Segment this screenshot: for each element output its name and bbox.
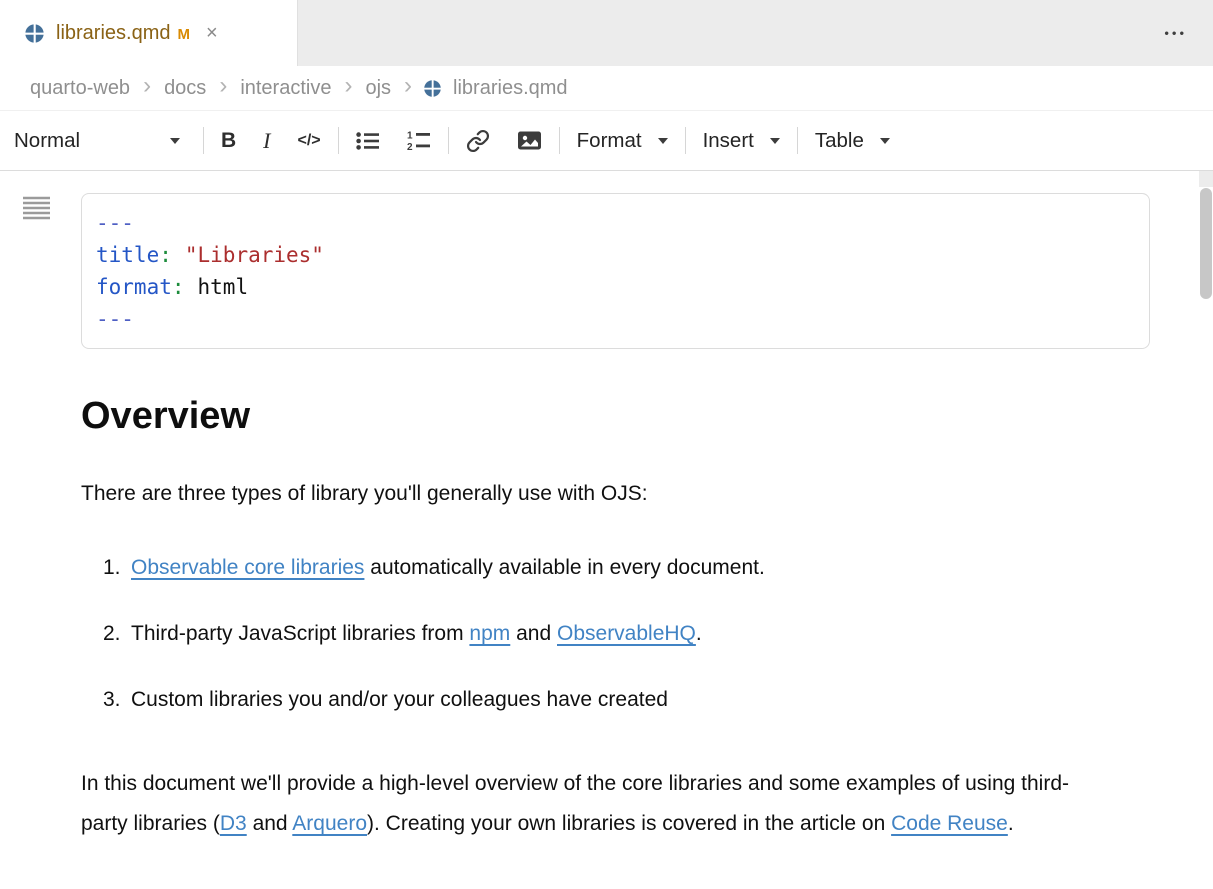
image-icon	[517, 130, 542, 151]
text-segment: and	[247, 812, 293, 835]
yaml-colon: :	[172, 275, 185, 299]
list-text: Third-party JavaScript libraries from np…	[131, 614, 702, 654]
list-number: 2.	[103, 614, 131, 654]
modified-badge: M	[177, 26, 190, 43]
more-options-button[interactable]: •••	[1164, 26, 1187, 41]
text-segment: Third-party JavaScript libraries from	[131, 622, 469, 645]
link-observablehq[interactable]: ObservableHQ	[557, 622, 696, 645]
chevron-down-icon	[770, 138, 780, 144]
insert-menu[interactable]: Insert	[703, 129, 780, 153]
link-code-reuse[interactable]: Code Reuse	[891, 812, 1008, 835]
quarto-icon	[24, 23, 45, 44]
outline-toggle-button[interactable]	[23, 196, 50, 223]
yaml-delimiter: ---	[96, 211, 134, 235]
chevron-separator-icon: ›	[219, 74, 227, 98]
ordered-list: 1. Observable core libraries automatical…	[81, 548, 1150, 720]
breadcrumb-item-file[interactable]: libraries.qmd	[453, 77, 567, 100]
toolbar-separator	[203, 127, 204, 154]
table-menu-label: Table	[815, 129, 864, 153]
list-number: 3.	[103, 680, 131, 720]
link-icon	[466, 129, 490, 153]
heading-overview[interactable]: Overview	[81, 395, 1150, 438]
toolbar-separator	[448, 127, 449, 154]
ellipsis-icon: •••	[1164, 26, 1187, 41]
link-npm[interactable]: npm	[469, 622, 510, 645]
tab-title: libraries.qmd	[56, 22, 170, 45]
list-item-3[interactable]: 3. Custom libraries you and/or your coll…	[103, 680, 1150, 720]
scrollbar-thumb[interactable]	[1200, 188, 1212, 299]
link-d3[interactable]: D3	[220, 812, 247, 835]
paragraph-style-select[interactable]: Normal	[14, 129, 186, 153]
table-menu[interactable]: Table	[815, 129, 890, 153]
yaml-colon: :	[159, 243, 172, 267]
outline-icon	[23, 196, 50, 220]
yaml-delimiter: ---	[96, 307, 134, 331]
breadcrumb: quarto-web › docs › interactive › ojs › …	[0, 66, 1213, 111]
yaml-line: ---	[96, 207, 1135, 239]
link-button[interactable]	[466, 129, 490, 153]
tab-libraries-qmd[interactable]: libraries.qmd M ×	[0, 0, 298, 66]
text-style-group: B I </>	[221, 128, 321, 154]
chevron-down-icon	[880, 138, 890, 144]
list-item-2[interactable]: 2. Third-party JavaScript libraries from…	[103, 614, 1150, 654]
breadcrumb-item-quarto-web[interactable]: quarto-web	[30, 77, 130, 100]
intro-paragraph[interactable]: There are three types of library you'll …	[81, 480, 1150, 508]
chevron-separator-icon: ›	[344, 74, 352, 98]
breadcrumb-item-docs[interactable]: docs	[164, 77, 206, 100]
yaml-metadata-block[interactable]: --- title:"Libraries" format:html ---	[81, 193, 1150, 349]
yaml-line: title:"Libraries"	[96, 239, 1135, 271]
chevron-separator-icon: ›	[143, 74, 151, 98]
numbered-list-icon: 1 2	[407, 130, 431, 151]
yaml-line: ---	[96, 303, 1135, 335]
quarto-icon	[423, 79, 442, 98]
code-button[interactable]: </>	[298, 132, 321, 150]
yaml-line: format:html	[96, 271, 1135, 303]
text-segment: ). Creating your own libraries is covere…	[367, 812, 891, 835]
paragraph-style-label: Normal	[14, 129, 80, 153]
editor-content: --- title:"Libraries" format:html --- Ov…	[0, 171, 1213, 844]
svg-text:1: 1	[407, 131, 413, 142]
bullet-list-button[interactable]	[356, 131, 380, 151]
yaml-value-title: "Libraries"	[172, 243, 324, 267]
yaml-value-format: html	[185, 275, 249, 299]
svg-text:2: 2	[407, 142, 413, 151]
list-text: Custom libraries you and/or your colleag…	[131, 680, 668, 720]
closing-paragraph[interactable]: In this document we'll provide a high-le…	[81, 764, 1093, 844]
toolbar-separator	[797, 127, 798, 154]
text-segment: automatically available in every documen…	[364, 556, 764, 579]
list-number: 1.	[103, 548, 131, 588]
tab-bar: libraries.qmd M × •••	[0, 0, 1213, 66]
formatting-toolbar: Normal B I </> 1 2	[0, 111, 1213, 171]
text-segment: .	[1008, 812, 1014, 835]
text-segment: and	[510, 622, 557, 645]
visual-editor-window: libraries.qmd M × ••• quarto-web › docs …	[0, 0, 1213, 889]
format-menu-label: Format	[577, 129, 642, 153]
italic-button[interactable]: I	[263, 128, 270, 154]
bold-button[interactable]: B	[221, 129, 236, 153]
insert-object-group	[466, 129, 542, 153]
yaml-key-format: format	[96, 275, 172, 299]
link-observable-core-libraries[interactable]: Observable core libraries	[131, 556, 364, 579]
image-button[interactable]	[517, 130, 542, 151]
list-item-1[interactable]: 1. Observable core libraries automatical…	[103, 548, 1150, 588]
toolbar-separator	[685, 127, 686, 154]
yaml-key-title: title	[96, 243, 159, 267]
breadcrumb-item-ojs[interactable]: ojs	[365, 77, 391, 100]
close-icon[interactable]: ×	[206, 23, 218, 43]
toolbar-separator	[559, 127, 560, 154]
insert-menu-label: Insert	[703, 129, 754, 153]
numbered-list-button[interactable]: 1 2	[407, 130, 431, 151]
bullet-list-icon	[356, 131, 380, 151]
text-segment: .	[696, 622, 702, 645]
toolbar-separator	[338, 127, 339, 154]
chevron-down-icon	[170, 138, 180, 144]
format-menu[interactable]: Format	[577, 129, 668, 153]
list-text: Observable core libraries automatically …	[131, 548, 765, 588]
chevron-separator-icon: ›	[404, 74, 412, 98]
breadcrumb-item-interactive[interactable]: interactive	[240, 77, 331, 100]
list-group: 1 2	[356, 130, 431, 151]
link-arquero[interactable]: Arquero	[292, 812, 367, 835]
scrollbar-track-top	[1199, 171, 1213, 187]
chevron-down-icon	[658, 138, 668, 144]
